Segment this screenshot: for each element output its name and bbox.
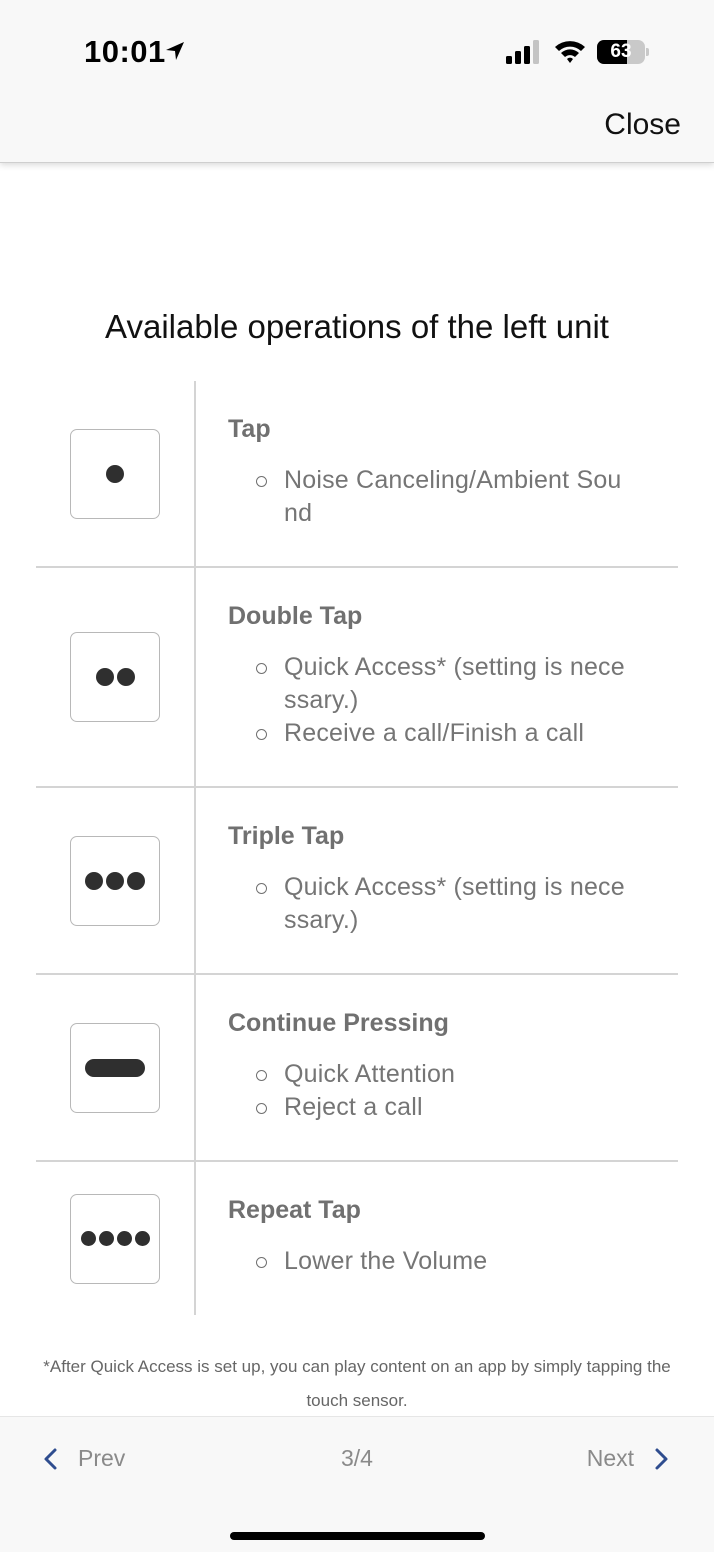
operation-title: Tap — [228, 415, 271, 443]
double-dot-icon — [70, 632, 160, 722]
operation-title: Repeat Tap — [228, 1196, 361, 1224]
operation-list: Lower the Volume — [228, 1245, 638, 1278]
triple-dot-icon — [70, 835, 160, 926]
list-item: Noise Canceling/Ambient Sou nd — [228, 464, 638, 530]
single-dot-icon — [70, 428, 160, 519]
list-item: Quick Access* (setting is nece ssary.) — [228, 871, 638, 937]
operation-title: Double Tap — [228, 602, 363, 630]
home-indicator — [230, 1532, 485, 1540]
operation-list: Noise Canceling/Ambient Sou nd — [228, 464, 638, 530]
four-dot-icon — [70, 1193, 160, 1284]
prev-label: Prev — [78, 1445, 126, 1471]
operation-row-repeat-tap: Repeat Tap Lower the Volume — [36, 1162, 678, 1315]
battery-level: 63 — [610, 41, 632, 62]
cellular-signal-icon — [506, 40, 539, 64]
prev-button[interactable]: Prev — [40, 1445, 125, 1472]
list-item: Receive a call/Finish a call — [228, 717, 638, 750]
page-title: Available operations of the left unit — [105, 308, 609, 345]
list-item: Lower the Volume — [228, 1245, 638, 1278]
chevron-right-icon — [655, 1448, 668, 1469]
operation-list: Quick Access* (setting is nece ssary.) — [228, 871, 638, 937]
close-button[interactable]: Close — [604, 108, 681, 142]
battery-icon: 63 — [597, 40, 651, 64]
operation-row-triple-tap: Triple Tap Quick Access* (setting is nec… — [36, 788, 678, 975]
chevron-left-icon — [44, 1448, 57, 1469]
top-bar: 10:01 63 Close — [0, 0, 714, 163]
operation-row-continue-pressing: Continue Pressing Quick Attention Reject… — [36, 975, 678, 1162]
location-arrow-icon — [166, 42, 184, 60]
operation-row-double-tap: Double Tap Quick Access* (setting is nec… — [36, 568, 678, 788]
operation-list: Quick Attention Reject a call — [228, 1058, 638, 1124]
list-item: Reject a call — [228, 1091, 638, 1124]
status-time: 10:01 — [84, 34, 166, 69]
wifi-icon — [555, 41, 585, 63]
bottom-navigation: Prev 3/4 Next — [0, 1416, 714, 1552]
list-item: Quick Attention — [228, 1058, 638, 1091]
footnote: *After Quick Access is set up, you can p… — [43, 1357, 671, 1410]
operation-title: Continue Pressing — [228, 1009, 449, 1037]
operation-title: Triple Tap — [228, 822, 345, 850]
long-press-bar-icon — [70, 1022, 160, 1113]
operations-table: Tap Noise Canceling/Ambient Sou nd Doubl… — [36, 381, 678, 1315]
next-label: Next — [586, 1445, 634, 1471]
list-item: Quick Access* (setting is nece ssary.) — [228, 651, 638, 717]
operation-list: Quick Access* (setting is nece ssary.) R… — [228, 651, 638, 750]
operation-row-tap: Tap Noise Canceling/Ambient Sou nd — [36, 381, 678, 568]
next-button[interactable]: Next — [587, 1445, 672, 1472]
